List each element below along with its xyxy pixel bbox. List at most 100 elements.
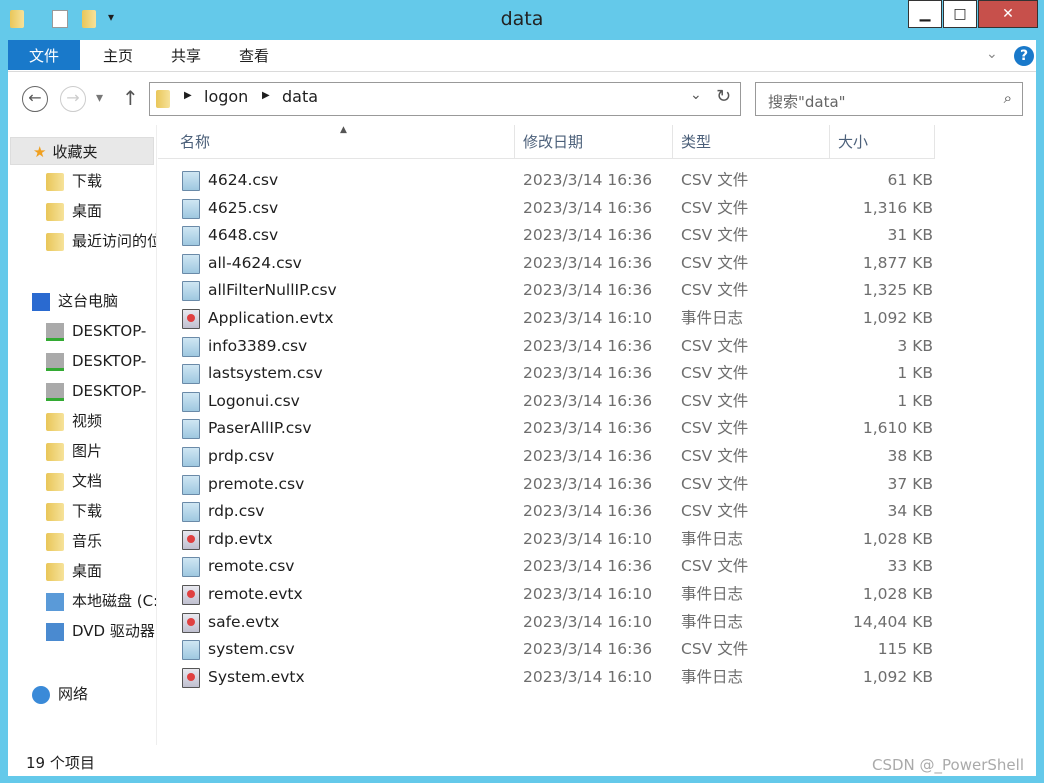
- sidebar-label: DESKTOP-: [72, 322, 147, 340]
- expand-ribbon-icon[interactable]: ⌄: [986, 46, 998, 62]
- file-row[interactable]: info3389.csv 2023/3/14 16:36 CSV 文件 3 KB: [178, 333, 938, 360]
- file-name: 4648.csv: [208, 226, 279, 245]
- tab-share[interactable]: 共享: [156, 40, 216, 70]
- file-type: CSV 文件: [681, 253, 749, 272]
- file-row[interactable]: safe.evtx 2023/3/14 16:10 事件日志 14,404 KB: [178, 609, 938, 636]
- explorer-window: 文件 主页 共享 查看 ⌄ ? ← → ▾ ↑ ▶ logon ▶ data ⌄…: [8, 40, 1036, 776]
- tab-file[interactable]: 文件: [8, 40, 80, 70]
- help-icon[interactable]: ?: [1014, 46, 1034, 66]
- file-row[interactable]: System.evtx 2023/3/14 16:10 事件日志 1,092 K…: [178, 664, 938, 691]
- sidebar-item[interactable]: 下载: [46, 167, 156, 195]
- file-size: 31 KB: [887, 226, 933, 245]
- sidebar-item[interactable]: 桌面: [46, 197, 156, 225]
- file-row[interactable]: Logonui.csv 2023/3/14 16:36 CSV 文件 1 KB: [178, 388, 938, 415]
- drive-icon: [46, 352, 64, 371]
- file-name: allFilterNullIP.csv: [208, 281, 337, 300]
- sidebar-item[interactable]: DESKTOP-: [46, 377, 156, 405]
- folder-icon: [46, 532, 64, 551]
- csv-file-icon: [182, 336, 200, 357]
- sidebar-label: 本地磁盘 (C:): [72, 592, 156, 610]
- sidebar-label: DESKTOP-: [72, 382, 147, 400]
- column-header-name[interactable]: 名称 ▲: [158, 125, 515, 159]
- csv-file-icon: [182, 447, 200, 467]
- column-header-size[interactable]: 大小: [830, 125, 935, 159]
- file-row[interactable]: 4624.csv 2023/3/14 16:36 CSV 文件 61 KB: [178, 167, 938, 194]
- file-row[interactable]: Application.evtx 2023/3/14 16:10 事件日志 1,…: [178, 305, 938, 332]
- csv-file-icon: [182, 171, 200, 191]
- minimize-button[interactable]: ▁: [908, 0, 942, 28]
- file-row[interactable]: prdp.csv 2023/3/14 16:36 CSV 文件 38 KB: [178, 443, 938, 470]
- sidebar-label: 下载: [72, 172, 103, 190]
- sidebar-item[interactable]: DESKTOP-: [46, 347, 156, 375]
- file-date: 2023/3/14 16:36: [523, 336, 653, 355]
- file-size: 1 KB: [897, 364, 933, 383]
- file-name: prdp.csv: [208, 447, 275, 465]
- file-size: 38 KB: [887, 447, 933, 465]
- file-row[interactable]: remote.csv 2023/3/14 16:36 CSV 文件 33 KB: [178, 553, 938, 580]
- refresh-icon[interactable]: ↻: [716, 86, 731, 107]
- sidebar-label: 网络: [58, 685, 89, 703]
- recent-locations-button[interactable]: ▾: [96, 90, 103, 106]
- file-row[interactable]: premote.csv 2023/3/14 16:36 CSV 文件 37 KB: [178, 471, 938, 498]
- star-icon: ★: [33, 143, 47, 161]
- address-dropdown-icon[interactable]: ⌄: [690, 87, 702, 103]
- back-button[interactable]: ←: [22, 86, 48, 112]
- forward-button[interactable]: →: [60, 86, 86, 112]
- sidebar-item[interactable]: DVD 驱动器: [46, 617, 156, 645]
- file-row[interactable]: 4648.csv 2023/3/14 16:36 CSV 文件 31 KB: [178, 222, 938, 249]
- sidebar-item[interactable]: 下载: [46, 497, 156, 525]
- sidebar-item[interactable]: 文档: [46, 467, 156, 495]
- tab-home[interactable]: 主页: [88, 40, 148, 70]
- file-date: 2023/3/14 16:36: [523, 557, 653, 576]
- sidebar-item[interactable]: 桌面: [46, 557, 156, 585]
- navigation-pane: ★收藏夹 下载桌面最近访问的位置 这台电脑 DESKTOP-DESKTOP-DE…: [8, 130, 156, 750]
- file-date: 2023/3/14 16:36: [523, 640, 653, 659]
- file-row[interactable]: PaserAllIP.csv 2023/3/14 16:36 CSV 文件 1,…: [178, 415, 938, 442]
- tab-view[interactable]: 查看: [224, 40, 284, 70]
- file-row[interactable]: all-4624.csv 2023/3/14 16:36 CSV 文件 1,87…: [178, 250, 938, 277]
- sidebar-item[interactable]: 音乐: [46, 527, 156, 555]
- evtx-file-icon: [182, 612, 200, 633]
- column-header-type[interactable]: 类型: [673, 125, 830, 159]
- file-size: 14,404 KB: [853, 612, 933, 631]
- file-row[interactable]: remote.evtx 2023/3/14 16:10 事件日志 1,028 K…: [178, 581, 938, 608]
- file-row[interactable]: lastsystem.csv 2023/3/14 16:36 CSV 文件 1 …: [178, 360, 938, 387]
- sidebar-item[interactable]: 视频: [46, 407, 156, 435]
- column-header-date[interactable]: 修改日期: [515, 125, 673, 159]
- file-type: 事件日志: [681, 585, 744, 603]
- sidebar-favorites[interactable]: ★ 收藏夹: [10, 137, 154, 165]
- breadcrumb-logon[interactable]: logon: [204, 87, 248, 106]
- file-date: 2023/3/14 16:36: [523, 474, 653, 493]
- sidebar-label: 桌面: [72, 202, 103, 220]
- sidebar-item[interactable]: 图片: [46, 437, 156, 465]
- file-date: 2023/3/14 16:36: [523, 171, 653, 189]
- file-type: 事件日志: [681, 309, 744, 327]
- pane-divider[interactable]: [156, 125, 157, 745]
- file-type: CSV 文件: [681, 474, 749, 493]
- file-row[interactable]: 4625.csv 2023/3/14 16:36 CSV 文件 1,316 KB: [178, 195, 938, 222]
- file-name: safe.evtx: [208, 612, 280, 631]
- item-count: 19 个项目: [26, 754, 95, 772]
- file-row[interactable]: system.csv 2023/3/14 16:36 CSV 文件 115 KB: [178, 636, 938, 663]
- sort-ascending-icon: ▲: [340, 125, 347, 135]
- csv-file-icon: [182, 640, 200, 661]
- address-bar[interactable]: ▶ logon ▶ data ⌄ ↻: [149, 82, 741, 116]
- breadcrumb-data[interactable]: data: [282, 87, 318, 106]
- maximize-button[interactable]: □: [943, 0, 977, 28]
- sidebar-network[interactable]: 网络: [32, 680, 88, 708]
- sidebar-item[interactable]: 本地磁盘 (C:): [46, 587, 156, 615]
- file-row[interactable]: rdp.csv 2023/3/14 16:36 CSV 文件 34 KB: [178, 498, 938, 525]
- file-date: 2023/3/14 16:36: [523, 198, 653, 217]
- sidebar-item[interactable]: 最近访问的位置: [46, 227, 156, 255]
- sidebar-label: DESKTOP-: [72, 352, 147, 370]
- search-input[interactable]: 搜索"data" ⌕: [755, 82, 1023, 116]
- file-name: remote.csv: [208, 557, 295, 576]
- file-type: 事件日志: [681, 612, 744, 631]
- sidebar-this-pc[interactable]: 这台电脑: [32, 287, 118, 315]
- sidebar-item[interactable]: DESKTOP-: [46, 317, 156, 345]
- file-row[interactable]: allFilterNullIP.csv 2023/3/14 16:36 CSV …: [178, 277, 938, 304]
- file-type: CSV 文件: [681, 447, 749, 465]
- close-button[interactable]: ✕: [978, 0, 1038, 28]
- up-button[interactable]: ↑: [122, 86, 139, 110]
- file-row[interactable]: rdp.evtx 2023/3/14 16:10 事件日志 1,028 KB: [178, 526, 938, 553]
